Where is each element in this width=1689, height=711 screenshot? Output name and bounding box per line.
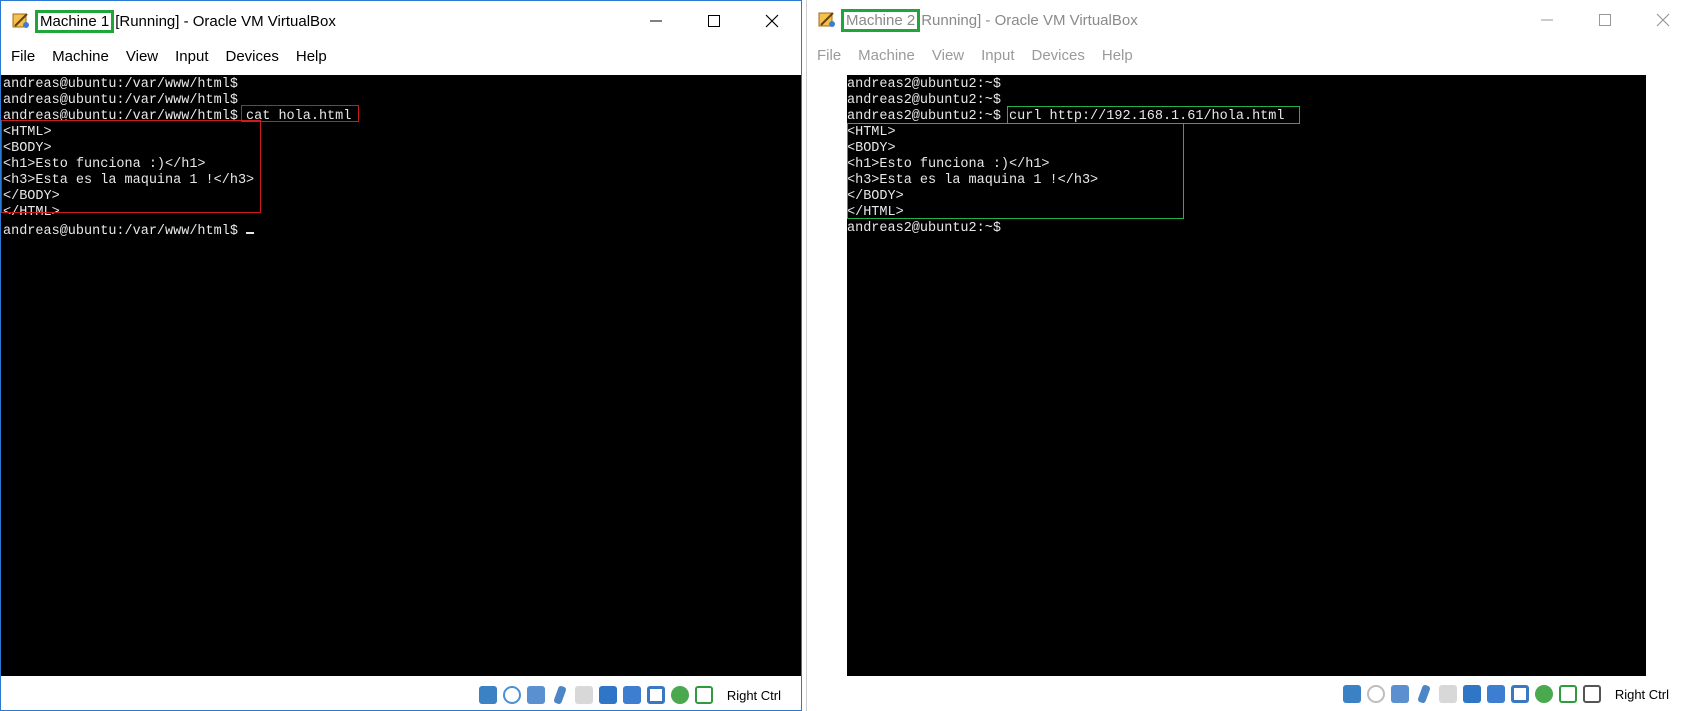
maximize-button[interactable] bbox=[1582, 6, 1628, 34]
command-highlight-box bbox=[1007, 106, 1300, 124]
audio-icon[interactable] bbox=[1390, 685, 1409, 703]
status-bar: Right Ctrl bbox=[807, 677, 1689, 711]
terminal-line: andreas2@ubuntu2:~$ bbox=[847, 221, 1001, 236]
cpu-icon[interactable] bbox=[1534, 685, 1553, 703]
hard-disk-icon[interactable] bbox=[1342, 685, 1361, 703]
maximize-icon bbox=[1599, 14, 1611, 26]
host-key-label: Right Ctrl bbox=[1614, 686, 1669, 702]
menu-devices[interactable]: Devices bbox=[226, 48, 279, 65]
audio-icon[interactable] bbox=[526, 686, 545, 704]
optical-drive-icon[interactable] bbox=[502, 686, 521, 704]
mouse-integration-icon[interactable] bbox=[1558, 685, 1577, 703]
window-title-rest: [Running] - Oracle VM VirtualBox bbox=[115, 13, 336, 30]
virtualbox-icon bbox=[817, 10, 837, 30]
menu-input[interactable]: Input bbox=[981, 47, 1014, 64]
machine-name-highlight: Machine 1 bbox=[35, 10, 115, 33]
display-icon[interactable] bbox=[622, 686, 641, 704]
close-button[interactable] bbox=[1640, 6, 1686, 34]
video-capture-icon[interactable] bbox=[1510, 685, 1529, 703]
menu-view[interactable]: View bbox=[126, 48, 158, 65]
minimize-button[interactable] bbox=[633, 7, 679, 35]
menu-devices[interactable]: Devices bbox=[1032, 47, 1085, 64]
video-capture-icon[interactable] bbox=[646, 686, 665, 704]
menu-help[interactable]: Help bbox=[296, 48, 327, 65]
menu-file[interactable]: File bbox=[817, 47, 841, 64]
text-cursor bbox=[246, 221, 255, 234]
menu-machine[interactable]: Machine bbox=[858, 47, 915, 64]
title-bar[interactable]: Machine 2 Running] - Oracle VM VirtualBox bbox=[807, 0, 1689, 40]
maximize-icon bbox=[708, 15, 720, 27]
menu-machine[interactable]: Machine bbox=[52, 48, 109, 65]
menu-bar: File Machine View Input Devices Help bbox=[807, 40, 1689, 70]
close-icon bbox=[1656, 13, 1670, 27]
network-icon[interactable] bbox=[552, 685, 567, 705]
menu-help[interactable]: Help bbox=[1102, 47, 1133, 64]
terminal-prompt: andreas@ubuntu:/var/www/html$ bbox=[3, 224, 247, 239]
window-title: Machine 1 [Running] - Oracle VM VirtualBo… bbox=[35, 10, 336, 33]
minimize-button[interactable] bbox=[1524, 6, 1570, 34]
display-icon[interactable] bbox=[1486, 685, 1505, 703]
menu-input[interactable]: Input bbox=[175, 48, 208, 65]
title-bar[interactable]: Machine 1 [Running] - Oracle VM VirtualBo… bbox=[1, 1, 801, 41]
window-title: Machine 2 Running] - Oracle VM VirtualBox bbox=[841, 9, 1138, 32]
terminal-line: andreas@ubuntu:/var/www/html$ bbox=[3, 77, 238, 92]
optical-drive-icon[interactable] bbox=[1366, 685, 1385, 703]
menu-bar: File Machine View Input Devices Help bbox=[1, 41, 801, 71]
vm-display[interactable]: andreas2@ubuntu2:~$ andreas2@ubuntu2:~$ … bbox=[847, 75, 1646, 676]
virtualbox-window-machine-1[interactable]: Machine 1 [Running] - Oracle VM VirtualBo… bbox=[0, 0, 802, 711]
terminal-line: andreas2@ubuntu2:~$ bbox=[847, 77, 1001, 92]
virtualbox-window-machine-2[interactable]: Machine 2 Running] - Oracle VM VirtualBox… bbox=[806, 0, 1689, 711]
usb-icon[interactable] bbox=[1438, 685, 1457, 703]
output-highlight-box bbox=[847, 123, 1184, 219]
menu-file[interactable]: File bbox=[11, 48, 35, 65]
minimize-icon bbox=[650, 20, 662, 22]
close-icon bbox=[765, 14, 779, 28]
network-icon[interactable] bbox=[1416, 684, 1431, 704]
mouse-integration-icon[interactable] bbox=[694, 686, 713, 704]
minimize-icon bbox=[1541, 19, 1553, 21]
keyboard-icon[interactable] bbox=[1582, 685, 1601, 703]
window-title-rest: Running] - Oracle VM VirtualBox bbox=[921, 12, 1138, 29]
cpu-icon[interactable] bbox=[670, 686, 689, 704]
host-key-label: Right Ctrl bbox=[726, 687, 781, 703]
status-bar: Right Ctrl bbox=[1, 678, 801, 710]
vm-display[interactable]: andreas@ubuntu:/var/www/html$ andreas@ub… bbox=[1, 75, 801, 676]
terminal-prompt-line: andreas@ubuntu:/var/www/html$ bbox=[3, 221, 351, 239]
close-button[interactable] bbox=[749, 7, 795, 35]
maximize-button[interactable] bbox=[691, 7, 737, 35]
machine-name-highlight: Machine 2 bbox=[841, 9, 921, 32]
menu-view[interactable]: View bbox=[932, 47, 964, 64]
hard-disk-icon[interactable] bbox=[478, 686, 497, 704]
virtualbox-icon bbox=[11, 11, 31, 31]
shared-folders-icon[interactable] bbox=[1462, 685, 1481, 703]
shared-folders-icon[interactable] bbox=[598, 686, 617, 704]
output-highlight-box bbox=[1, 120, 261, 213]
usb-icon[interactable] bbox=[574, 686, 593, 704]
